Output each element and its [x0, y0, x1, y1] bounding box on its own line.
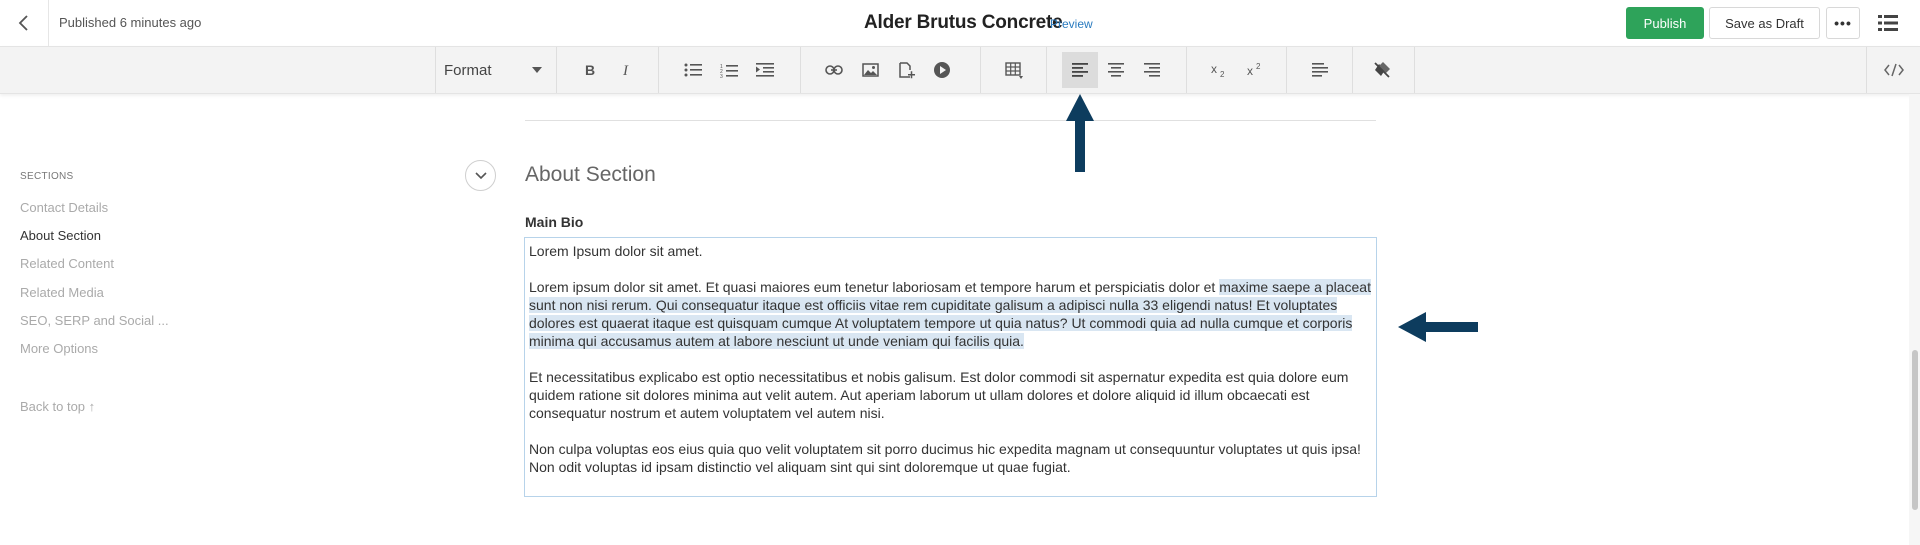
toolbar-divider	[1186, 47, 1187, 93]
numbered-list-icon: 1 2 3	[720, 64, 738, 78]
top-header: Published 6 minutes ago Alder Brutus Con…	[0, 0, 1920, 46]
svg-text:2: 2	[1256, 62, 1261, 71]
table-button[interactable]	[996, 52, 1032, 88]
collapse-section-button[interactable]	[465, 160, 496, 191]
list-icon	[1878, 15, 1898, 31]
image-button[interactable]	[852, 52, 888, 88]
table-icon	[1005, 61, 1023, 79]
editor-paragraph: Et necessitatibus explicabo est optio ne…	[529, 369, 1349, 421]
toolbar-divider	[658, 47, 659, 93]
more-options-button[interactable]: •••	[1826, 7, 1860, 39]
align-center-icon	[1108, 63, 1124, 77]
indent-button[interactable]	[747, 52, 783, 88]
align-right-button[interactable]	[1134, 52, 1170, 88]
format-dropdown[interactable]: Format	[436, 52, 550, 88]
superscript-icon: x 2	[1247, 62, 1261, 78]
page-title: Alder Brutus Concrete	[864, 12, 1063, 33]
toolbar-divider	[800, 47, 801, 93]
table-group	[996, 47, 1032, 93]
outline-toggle-button[interactable]	[1872, 7, 1904, 39]
sidebar-item-about-section[interactable]: About Section	[20, 228, 101, 243]
sidebar-item-contact-details[interactable]: Contact Details	[20, 200, 108, 215]
bullet-list-button[interactable]	[675, 52, 711, 88]
bullet-list-icon	[684, 63, 702, 77]
align-center-button[interactable]	[1098, 52, 1134, 88]
toolbar-divider	[1414, 47, 1415, 93]
paragraph-group	[1302, 47, 1338, 93]
toolbar-divider	[980, 47, 981, 93]
section-title: About Section	[525, 163, 656, 186]
sidebar-item-more-options[interactable]: More Options	[20, 341, 98, 356]
superscript-button[interactable]: x 2	[1238, 52, 1274, 88]
italic-icon: I	[622, 63, 629, 77]
link-icon	[825, 65, 843, 75]
toolbar-divider	[1286, 47, 1287, 93]
main-bio-editor[interactable]: Lorem Ipsum dolor sit amet. Lorem ipsum …	[524, 237, 1377, 497]
section-divider	[525, 120, 1376, 121]
bold-icon: B	[585, 63, 595, 77]
image-icon	[861, 63, 879, 77]
file-add-icon	[898, 61, 915, 78]
sidebar-item-related-content[interactable]: Related Content	[20, 256, 114, 271]
insert-media-button[interactable]	[924, 52, 960, 88]
numbered-list-button[interactable]: 1 2 3	[711, 52, 747, 88]
sidebar-item-related-media[interactable]: Related Media	[20, 285, 104, 300]
back-button[interactable]	[0, 0, 49, 46]
clear-group	[1364, 47, 1400, 93]
editor-toolbar: Format B I 1 2 3 x 2 x 2	[0, 46, 1920, 94]
svg-text:I: I	[622, 63, 629, 77]
alignment-group	[1062, 47, 1170, 93]
text-style-group: B I	[572, 47, 644, 93]
editor-paragraph: Non culpa voluptas eos eius quia quo vel…	[529, 441, 1361, 475]
published-status: Published 6 minutes ago	[59, 15, 202, 30]
align-left-button[interactable]	[1062, 52, 1098, 88]
clear-format-icon	[1374, 62, 1390, 78]
clear-formatting-button[interactable]	[1364, 52, 1400, 88]
svg-text:B: B	[585, 63, 595, 77]
subscript-button[interactable]: x 2	[1202, 52, 1238, 88]
svg-text:x: x	[1211, 62, 1217, 76]
play-icon	[934, 62, 950, 78]
paragraph-text: Lorem ipsum dolor sit amet. Et quasi mai…	[529, 279, 1220, 295]
svg-text:3: 3	[720, 74, 723, 78]
source-code-button[interactable]	[1866, 47, 1920, 93]
toolbar-divider	[1046, 47, 1047, 93]
toolbar-divider	[1352, 47, 1353, 93]
annotation-arrow-up-icon	[1066, 94, 1094, 172]
editor-paragraph: Lorem Ipsum dolor sit amet.	[529, 243, 703, 259]
align-left-icon	[1072, 63, 1088, 77]
align-right-icon	[1144, 63, 1160, 77]
save-draft-button[interactable]: Save as Draft	[1709, 7, 1820, 39]
preview-link[interactable]: Preview	[1050, 17, 1093, 31]
sidebar-item-seo-serp-social[interactable]: SEO, SERP and Social ...	[20, 313, 169, 328]
script-group: x 2 x 2	[1202, 47, 1274, 93]
main-bio-label: Main Bio	[525, 214, 584, 230]
link-button[interactable]	[816, 52, 852, 88]
sections-heading: SECTIONS	[20, 171, 74, 182]
list-group: 1 2 3	[675, 47, 783, 93]
svg-text:2: 2	[1220, 70, 1225, 78]
format-label: Format	[444, 61, 492, 79]
insert-group	[816, 47, 960, 93]
svg-text:x: x	[1247, 64, 1253, 78]
back-to-top-link[interactable]: Back to top ↑	[20, 399, 95, 414]
caret-down-icon	[532, 67, 542, 73]
toolbar-divider	[556, 47, 557, 93]
paragraph-format-button[interactable]	[1302, 52, 1338, 88]
insert-file-button[interactable]	[888, 52, 924, 88]
subscript-icon: x 2	[1211, 62, 1225, 78]
annotation-arrow-left-icon	[1398, 312, 1478, 342]
scrollbar-thumb[interactable]	[1912, 350, 1918, 510]
code-icon	[1883, 63, 1904, 77]
indent-icon	[756, 63, 774, 77]
bold-button[interactable]: B	[572, 52, 608, 88]
publish-button[interactable]: Publish	[1626, 7, 1704, 39]
italic-button[interactable]: I	[608, 52, 644, 88]
editor-paragraph: Lorem ipsum dolor sit amet. Et quasi mai…	[529, 278, 1372, 350]
chevron-left-icon	[18, 15, 28, 31]
more-icon: •••	[1834, 15, 1852, 31]
paragraph-icon	[1312, 63, 1328, 77]
chevron-down-icon	[474, 171, 487, 179]
